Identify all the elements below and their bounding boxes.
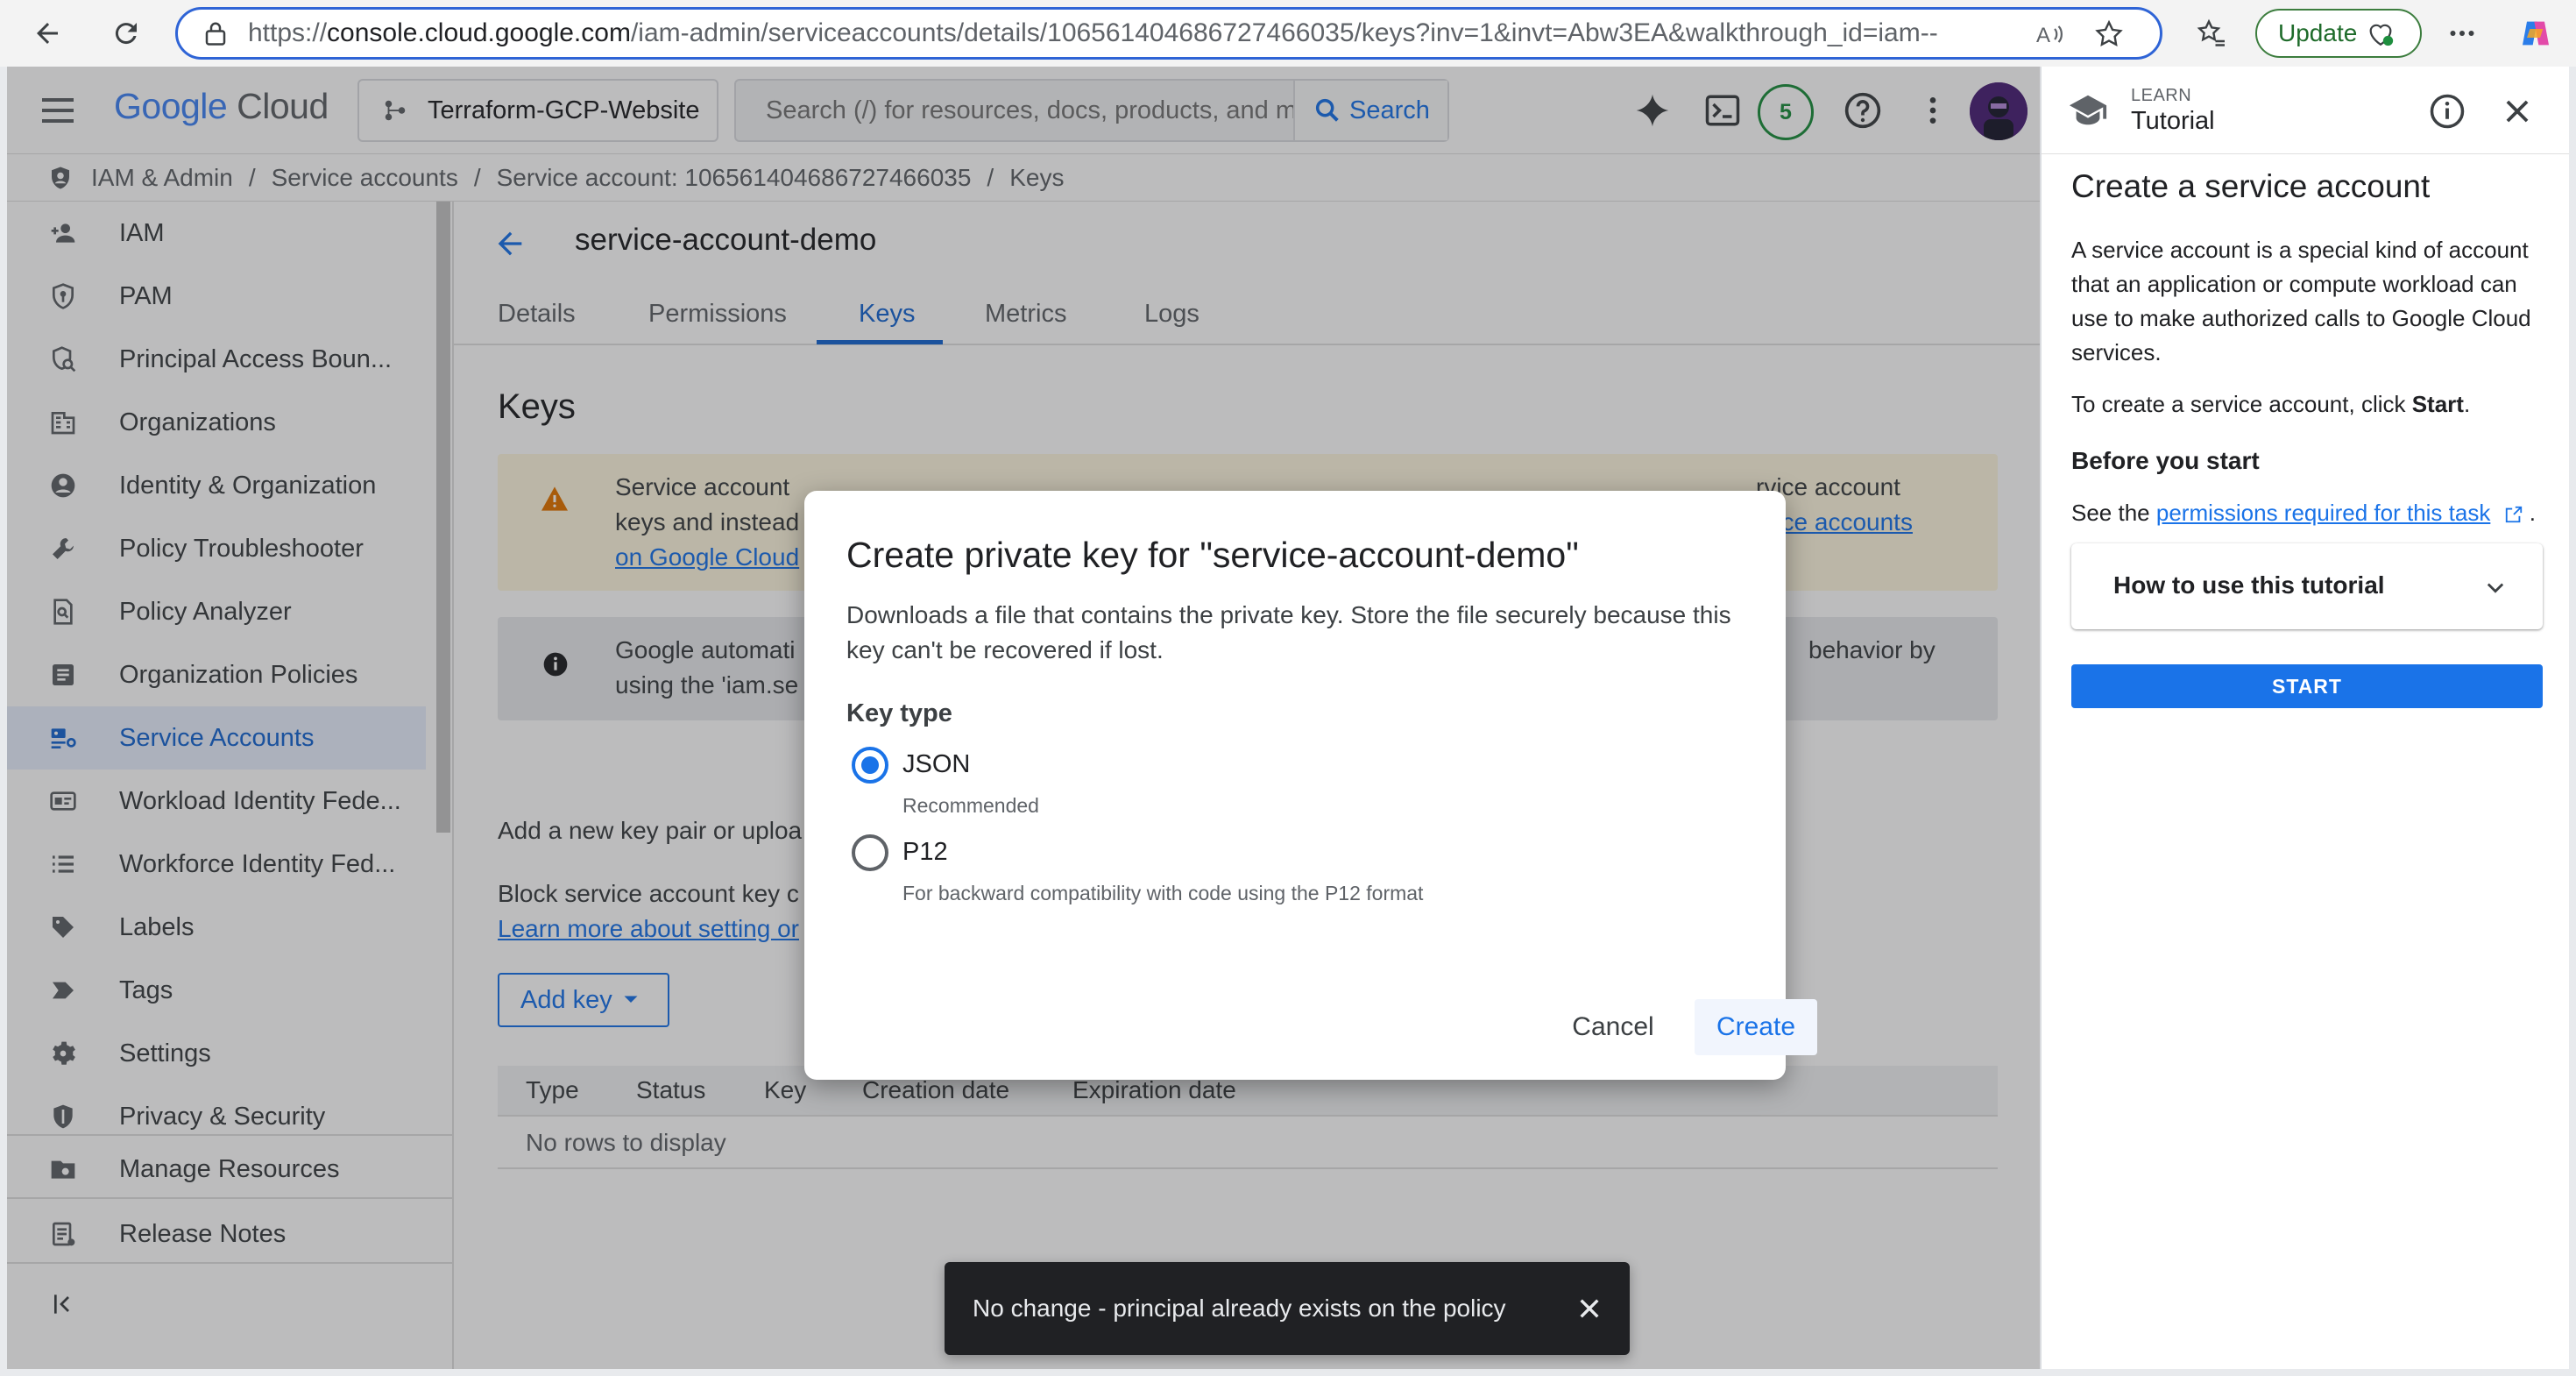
read-aloud-icon[interactable]: A [2034, 18, 2065, 50]
cancel-button[interactable]: Cancel [1540, 999, 1686, 1055]
create-private-key-dialog: Create private key for "service-account-… [804, 491, 1817, 1080]
learn-label: LEARN [2131, 86, 2192, 105]
instruction-bold: Start [2411, 391, 2464, 417]
address-bar[interactable]: https://console.cloud.google.com/iam-adm… [175, 7, 2162, 60]
p12-option-label[interactable]: P12 [902, 838, 948, 867]
chevron-down-icon [2483, 575, 2508, 599]
instruction-suffix: . [2463, 391, 2471, 417]
see-suffix: . [2523, 500, 2537, 526]
start-tutorial-button[interactable]: START [2071, 664, 2543, 708]
info-outline-icon[interactable] [2429, 93, 2466, 130]
browser-toolbar: https://console.cloud.google.com/iam-adm… [0, 0, 2576, 67]
reload-icon[interactable] [102, 9, 151, 58]
url-text: https://console.cloud.google.com/iam-adm… [248, 18, 1939, 47]
create-button[interactable]: Create [1695, 999, 1817, 1055]
tutorial-description: A service account is a special kind of a… [2071, 237, 2531, 365]
tutorial-panel-header: LEARN Tutorial [2042, 67, 2569, 154]
more-horizontal-icon[interactable] [2438, 9, 2487, 58]
console-app: Google Cloud Terraform-GCP-Website Searc… [7, 67, 2569, 1369]
snackbar-message: No change - principal already exists on … [973, 1294, 1506, 1322]
json-option-label[interactable]: JSON [902, 750, 970, 779]
key-type-label: Key type [846, 699, 952, 727]
p12-option-sub: For backward compatibility with code usi… [902, 882, 1424, 904]
lock-icon[interactable] [204, 20, 227, 46]
tutorial-label: Tutorial [2131, 107, 2215, 135]
update-button[interactable]: Update [2255, 9, 2422, 58]
graduation-cap-icon [2068, 93, 2108, 128]
permissions-link[interactable]: permissions required for this task [2156, 500, 2490, 526]
see-the-text: See the [2071, 500, 2156, 526]
how-to-use-label: How to use this tutorial [2113, 571, 2385, 599]
tutorial-panel: LEARN Tutorial Create a service account … [2040, 67, 2569, 1369]
close-icon[interactable] [2501, 95, 2534, 128]
dialog-description: Downloads a file that contains the priva… [846, 601, 1731, 663]
copilot-icon[interactable] [2511, 9, 2560, 58]
snackbar-close-icon[interactable] [1567, 1286, 1612, 1331]
back-icon[interactable] [23, 9, 72, 58]
tutorial-title: Create a service account [2071, 168, 2431, 204]
dialog-title: Create private key for "service-account-… [846, 535, 1579, 575]
instruction-text: To create a service account, click [2071, 391, 2412, 417]
json-option-sub: Recommended [902, 794, 1039, 817]
tutorial-instruction: To create a service account, click Start… [2071, 391, 2470, 418]
favorites-icon[interactable] [2187, 9, 2236, 58]
json-radio[interactable] [852, 747, 888, 784]
how-to-use-accordion[interactable]: How to use this tutorial [2071, 543, 2543, 629]
external-link-icon [2504, 505, 2523, 524]
permissions-text: See the permissions required for this ta… [2071, 500, 2536, 527]
star-icon[interactable] [2093, 18, 2125, 50]
snackbar: No change - principal already exists on … [945, 1262, 1630, 1355]
svg-text:A: A [2036, 24, 2050, 47]
p12-radio[interactable] [852, 834, 888, 871]
before-you-start-heading: Before you start [2071, 447, 2260, 474]
